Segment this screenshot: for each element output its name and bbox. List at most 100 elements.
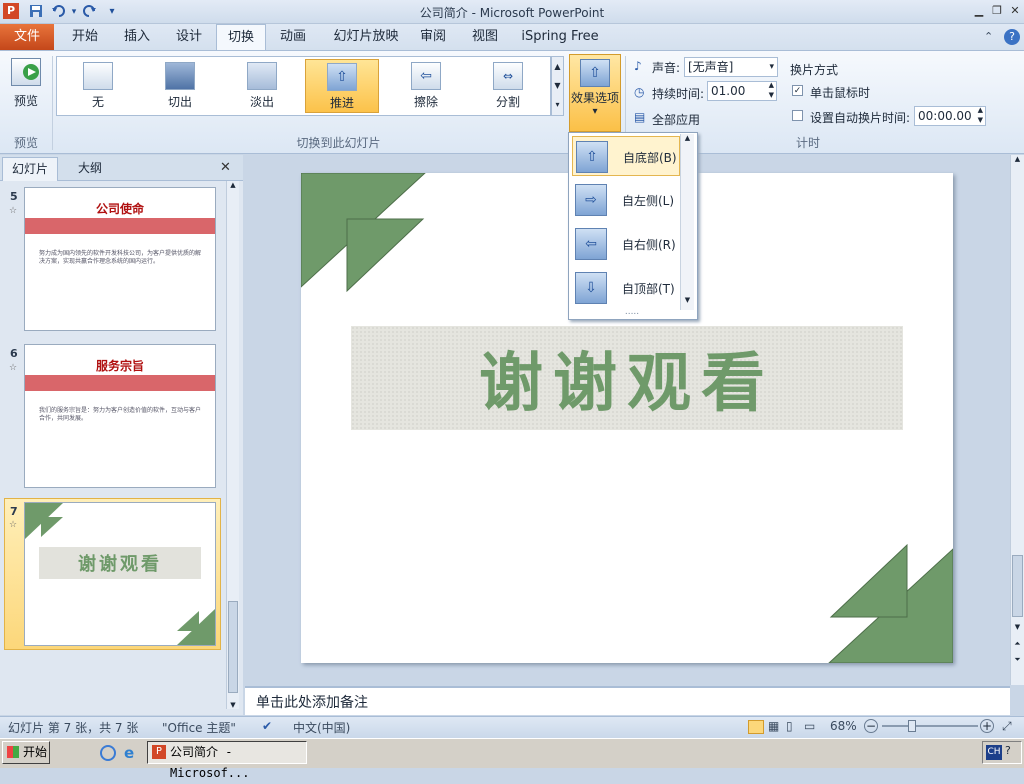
slideshow-icon[interactable]: ▭: [804, 719, 815, 733]
help-tray-icon[interactable]: ?: [1005, 744, 1011, 757]
previous-slide-icon[interactable]: ⏶: [1011, 639, 1024, 649]
tab-insert[interactable]: 插入: [114, 24, 160, 50]
effect-from-top[interactable]: ⇩ 自顶部(T): [572, 268, 680, 308]
menu-scroll-down-icon[interactable]: ▼: [681, 296, 694, 304]
minimize-icon[interactable]: ▁: [970, 3, 988, 19]
transition-push[interactable]: ⇧ 推进: [305, 59, 379, 113]
slide-thumbnail-7[interactable]: 谢谢观看: [24, 502, 216, 646]
panel-scrollbar[interactable]: ▲ ▼: [226, 181, 239, 709]
slide-body: 努力成为国内领先的软件开发科技公司，为客户提供优质的解决方案，实现共赢合作理念系…: [39, 250, 202, 265]
gallery-scroll[interactable]: ▲ ▼ ▾: [551, 56, 564, 116]
on-click-checkbox[interactable]: ✓: [792, 85, 803, 96]
effect-from-right[interactable]: ⇦ 自右侧(R): [572, 224, 680, 264]
windows-logo-icon: [7, 746, 19, 758]
tab-home[interactable]: 开始: [62, 24, 108, 50]
help-icon[interactable]: ?: [1004, 29, 1020, 45]
tab-design[interactable]: 设计: [166, 24, 212, 50]
tab-slideshow[interactable]: 幻灯片放映: [326, 24, 406, 50]
sound-label: 声音:: [652, 61, 681, 75]
scroll-up-icon[interactable]: ▲: [227, 181, 239, 189]
slide-number: 7: [10, 505, 18, 518]
zoom-slider-thumb[interactable]: [908, 720, 916, 732]
tab-ispring[interactable]: iSpring Free: [518, 24, 602, 50]
gallery-more-icon[interactable]: ▾: [552, 95, 563, 114]
effect-from-bottom[interactable]: ⇧ 自底部(B): [572, 136, 680, 176]
input-method-indicator[interactable]: CH: [986, 745, 1002, 760]
advance-slide-title: 换片方式: [790, 63, 839, 77]
preview-button[interactable]: 预览: [6, 56, 46, 116]
close-window-icon[interactable]: ✕: [1006, 3, 1024, 19]
fit-to-window-icon[interactable]: ⤢: [1002, 719, 1012, 734]
quicklaunch-browser-icon[interactable]: [100, 745, 116, 761]
slide-banner-text: 谢谢观看: [479, 346, 775, 421]
tab-file[interactable]: 文件: [0, 24, 54, 50]
tab-outline[interactable]: 大纲: [62, 157, 118, 181]
scroll-up-icon[interactable]: ▲: [1011, 155, 1024, 163]
auto-advance-time-input[interactable]: 00:00.00 ▲ ▼: [914, 106, 986, 126]
tab-view[interactable]: 视图: [464, 24, 506, 50]
effect-from-left[interactable]: ⇨ 自左侧(L): [572, 180, 680, 220]
arrow-down-icon: ⇩: [575, 272, 607, 304]
scroll-down-icon[interactable]: ▼: [1011, 623, 1024, 631]
transition-fade-icon: [247, 62, 277, 90]
auto-advance-checkbox[interactable]: [792, 110, 803, 121]
slide-scrollbar[interactable]: ▲ ▼ ⏶ ⏷: [1010, 155, 1024, 685]
transition-cut[interactable]: 切出: [143, 59, 217, 113]
scroll-thumb[interactable]: [228, 601, 238, 693]
duration-spinner-icon[interactable]: ▲ ▼: [769, 80, 774, 100]
close-panel-icon[interactable]: ✕: [220, 160, 231, 175]
tab-transitions[interactable]: 切换: [216, 24, 266, 51]
normal-view-icon[interactable]: [748, 720, 764, 734]
menu-resize-grip[interactable]: .....: [572, 308, 692, 317]
sound-dropdown-icon[interactable]: ▾: [769, 58, 774, 76]
slide-thumbnail-5[interactable]: 公司使命 努力成为国内领先的软件开发科技公司，为客户提供优质的解决方案，实现共赢…: [24, 187, 216, 331]
transition-wipe[interactable]: ⇦ 擦除: [389, 59, 463, 113]
slide-thumbnail-6[interactable]: 服务宗旨 我们的服务宗旨是：努力为客户创造价值的软件，互动与客户合作，共同发展。: [24, 344, 216, 488]
tab-animations[interactable]: 动画: [270, 24, 316, 50]
zoom-out-icon[interactable]: −: [864, 719, 878, 733]
gallery-up-icon[interactable]: ▲: [552, 57, 563, 76]
preview-icon: [11, 58, 41, 86]
scroll-down-icon[interactable]: ▼: [227, 701, 239, 709]
transition-fade[interactable]: 淡出: [225, 59, 299, 113]
effect-options-icon: ⇧: [580, 59, 610, 87]
restore-icon[interactable]: ❐: [988, 3, 1006, 19]
minimize-ribbon-icon[interactable]: ⌃: [984, 30, 993, 43]
tab-slides[interactable]: 幻灯片: [2, 157, 58, 181]
transition-split[interactable]: ⇔ 分割: [471, 59, 545, 113]
apply-all-button[interactable]: 全部应用: [652, 111, 700, 128]
slide-body: 我们的服务宗旨是：努力为客户创造价值的软件，互动与客户合作，共同发展。: [39, 407, 202, 422]
duration-input[interactable]: 01.00 ▲ ▼: [707, 81, 777, 101]
effect-options-button[interactable]: ⇧ 效果选项 ▾: [569, 54, 621, 132]
transition-none[interactable]: 无: [61, 59, 135, 113]
scroll-thumb[interactable]: [1012, 555, 1023, 617]
auto-time-spinner-icon[interactable]: ▲ ▼: [978, 105, 983, 125]
internet-explorer-icon[interactable]: e: [124, 744, 134, 762]
next-slide-icon[interactable]: ⏷: [1011, 655, 1024, 665]
start-button[interactable]: 开始: [2, 741, 50, 764]
sound-select[interactable]: [无声音] ▾: [684, 57, 778, 77]
theme-name[interactable]: "Office 主题": [162, 719, 236, 736]
transition-cut-icon: [165, 62, 195, 90]
reading-view-icon[interactable]: ▯: [786, 719, 793, 733]
zoom-level[interactable]: 68%: [830, 719, 857, 733]
group-label-transitions: 切换到此幻灯片: [296, 136, 381, 150]
slide-counter: 幻灯片 第 7 张，共 7 张: [8, 721, 139, 735]
menu-scroll-up-icon[interactable]: ▲: [681, 134, 694, 142]
spellcheck-icon[interactable]: ✔: [262, 719, 272, 733]
slide-number: 5: [10, 190, 18, 203]
zoom-slider[interactable]: [882, 725, 978, 727]
slide-title: 服务宗旨: [95, 359, 144, 373]
zoom-in-icon[interactable]: +: [980, 719, 994, 733]
notes-placeholder[interactable]: 单击此处添加备注: [256, 692, 368, 712]
slide-sorter-icon[interactable]: ▦: [768, 719, 779, 733]
menu-scrollbar[interactable]: ▲ ▼: [680, 134, 694, 310]
transition-split-icon: ⇔: [493, 62, 523, 90]
powerpoint-small-icon: P: [152, 745, 166, 759]
tab-review[interactable]: 审阅: [412, 24, 454, 50]
group-separator: [52, 56, 53, 150]
taskbar-item-powerpoint[interactable]: P 公司简介 - Microsof...: [147, 741, 307, 780]
arrow-right-icon: ⇨: [575, 184, 607, 216]
gallery-down-icon[interactable]: ▼: [552, 76, 563, 95]
language-indicator[interactable]: 中文(中国): [293, 719, 350, 736]
